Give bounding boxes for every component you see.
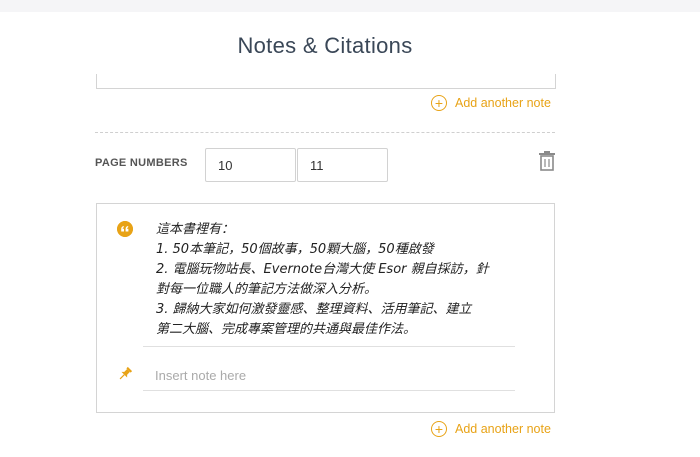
trash-icon[interactable] (539, 151, 555, 171)
quote-line: 1. 50本筆記，50個故事，50顆大腦，50種啟發 (156, 242, 434, 257)
previous-note-card (96, 74, 556, 89)
divider (95, 132, 555, 133)
divider (143, 346, 515, 347)
add-another-note-label: Add another note (455, 96, 551, 110)
add-another-note-button[interactable]: + Add another note (431, 421, 551, 437)
page-numbers-label: PAGE NUMBERS (95, 157, 188, 169)
pin-icon (119, 366, 133, 380)
add-another-note-button[interactable]: + Add another note (431, 95, 551, 111)
page-title: Notes & Citations (237, 33, 413, 58)
add-another-note-label: Add another note (455, 422, 551, 436)
quote-line: 這本書裡有： (156, 222, 235, 237)
quote-text[interactable]: 這本書裡有： 1. 50本筆記，50個故事，50顆大腦，50種啟發 2. 電腦玩… (156, 220, 516, 340)
top-bar (0, 0, 700, 12)
quote-line: 2. 電腦玩物站長、Evernote台灣大使 Esor 親自採訪，針 (156, 262, 489, 277)
plus-circle-icon: + (431, 95, 447, 111)
quote-line: 對每一位職人的筆記方法做深入分析。 (156, 282, 378, 297)
plus-circle-icon: + (431, 421, 447, 437)
quote-line: 3. 歸納大家如何激發靈感、整理資料、活用筆記、建立 (156, 302, 472, 317)
divider (143, 390, 515, 391)
page-start-input[interactable] (205, 148, 296, 182)
quote-line: 第二大腦、完成專案管理的共通與最佳作法。 (156, 322, 417, 337)
insert-note-input[interactable] (143, 361, 515, 389)
page-end-input[interactable] (297, 148, 388, 182)
quote-icon (117, 221, 133, 237)
